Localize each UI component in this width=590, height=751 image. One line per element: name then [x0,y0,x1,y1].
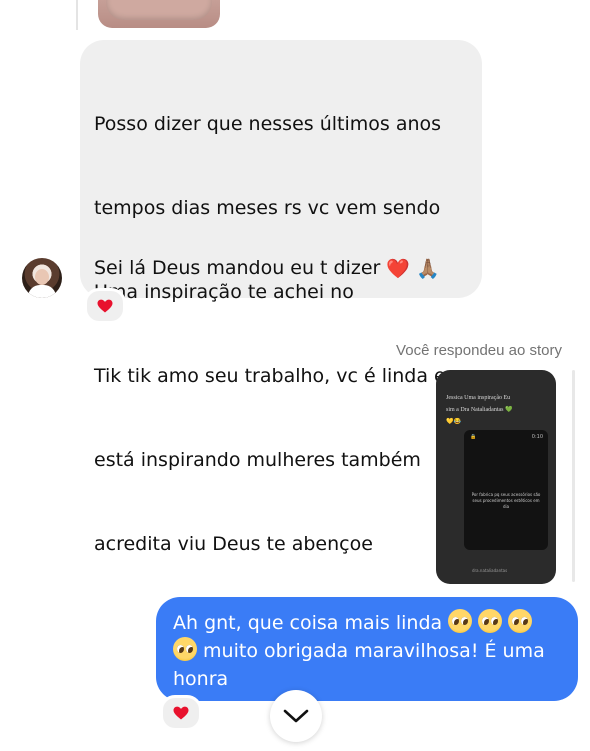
story-time: 0:10 [531,434,543,440]
outgoing-message-text: Ah gnt, que coisa mais linda muito obrig… [173,609,569,693]
pleading-face-icon [508,609,533,633]
thread-line [76,0,78,30]
incoming-line: Posso dizer que nesses últimos anos [94,113,442,135]
story-reply-label: Você respondeu ao story [396,342,562,359]
heart-icon [173,706,189,720]
outgoing-line-3: honra [173,668,229,690]
incoming-message-text: Posso dizer que nesses últimos anos temp… [94,54,474,614]
incoming-last-line-text: Sei lá Deus mandou eu t dizer [94,257,387,279]
outgoing-line-1: Ah gnt, que coisa mais linda [173,609,569,637]
outgoing-text-part: muito obrigada maravilhosa! É uma [197,640,545,662]
story-video-text: Por fabrica pq seus acessórios são seus … [471,492,541,509]
outgoing-line-2: muito obrigada maravilhosa! É uma [173,637,569,665]
red-heart-emoji: ❤️ [386,257,411,280]
story-caption-line: 💛😂 [446,419,461,425]
story-caption: Jessica Uma inspiração Eu sim a Dra Nata… [446,392,546,428]
previous-media-attachment[interactable] [98,0,220,28]
sender-avatar[interactable] [22,258,62,298]
incoming-line: acredita viu Deus te abençoe [94,533,373,555]
incoming-line: está inspirando mulheres também [94,449,421,471]
outgoing-reaction-badge[interactable] [160,695,202,731]
heart-icon [97,299,113,313]
story-bottom-text: dra.nataliadantas [472,568,508,573]
chevron-down-icon [283,709,309,723]
story-caption-line: sim a Dra Nataliadantas 💚 [446,407,513,413]
story-reply-line [572,370,575,582]
story-preview[interactable]: Jessica Uma inspiração Eu sim a Dra Nata… [436,370,556,584]
story-lock-icon: 🔒 [470,434,477,440]
story-embedded-video: 🔒 0:10 Por fabrica pq seus acessórios sã… [464,430,548,550]
outgoing-text-part: Ah gnt, que coisa mais linda [173,612,449,634]
pleading-face-icon [448,609,473,633]
incoming-reaction-badge[interactable] [84,288,126,324]
outgoing-message-bubble[interactable]: Ah gnt, que coisa mais linda muito obrig… [156,597,578,701]
incoming-message-bubble[interactable]: Posso dizer que nesses últimos anos temp… [80,40,482,555]
story-caption-line: Jessica Uma inspiração Eu [446,395,511,401]
pleading-face-icon [173,637,197,661]
incoming-last-line: Sei lá Deus mandou eu t dizer ❤️ 🙏🏽 [94,254,440,283]
scroll-to-bottom-button[interactable] [270,690,322,742]
folded-hands-emoji: 🙏🏽 [416,257,440,280]
pleading-face-icon [478,609,503,633]
incoming-line: tempos dias meses rs vc vem sendo [94,197,441,219]
incoming-line: Tik tik amo seu trabalho, vc é linda e [94,365,446,387]
